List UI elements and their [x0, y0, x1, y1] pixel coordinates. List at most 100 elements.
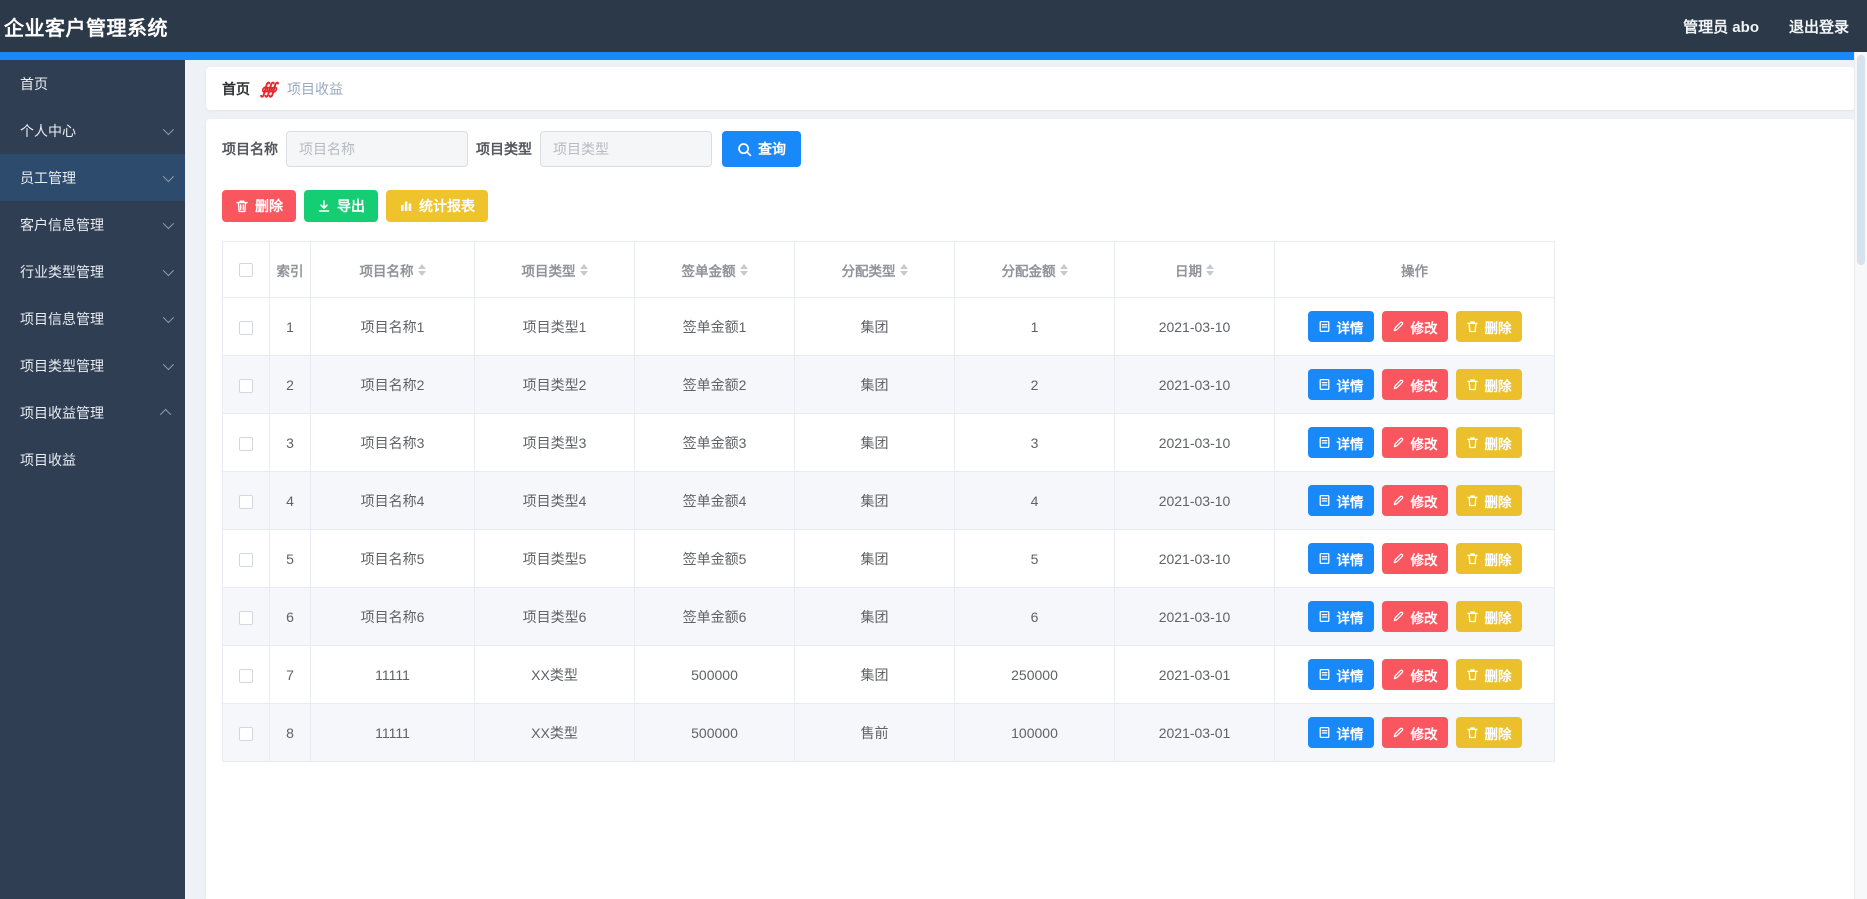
detail-button[interactable]: 详情 [1307, 659, 1374, 690]
cell-sign-amount: 500000 [634, 645, 795, 704]
row-delete-button[interactable]: 删除 [1455, 659, 1522, 690]
search-button[interactable]: 查询 [722, 131, 801, 167]
header-alloc-amount[interactable]: 分配金额 [954, 241, 1115, 298]
project-name-label: 项目名称 [222, 141, 278, 157]
row-checkbox[interactable] [239, 378, 253, 393]
header-sign-amount[interactable]: 签单金额 [634, 241, 795, 298]
sidebar-item-个人中心[interactable]: 个人中心 [0, 107, 185, 154]
row-checkbox[interactable] [239, 320, 253, 335]
sidebar-item-客户信息管理[interactable]: 客户信息管理 [0, 201, 185, 248]
sort-icon[interactable] [739, 263, 748, 276]
report-button[interactable]: 统计报表 [386, 190, 488, 222]
select-all-checkbox[interactable] [239, 263, 253, 278]
delete-button[interactable]: 删除 [222, 190, 296, 222]
trash-icon [1466, 379, 1478, 391]
sidebar-item-项目信息管理[interactable]: 项目信息管理 [0, 295, 185, 342]
edit-button[interactable]: 修改 [1381, 717, 1448, 748]
select-all-header[interactable] [222, 241, 270, 298]
sort-icon[interactable] [417, 263, 426, 276]
cell-name: 项目名称5 [310, 529, 475, 588]
header-project-name[interactable]: 项目名称 [310, 241, 475, 298]
detail-button[interactable]: 详情 [1307, 311, 1374, 342]
sidebar-item-项目收益[interactable]: 项目收益 [0, 436, 185, 483]
row-checkbox[interactable] [239, 726, 253, 741]
row-checkbox[interactable] [239, 610, 253, 625]
cell-sign-amount: 签单金额4 [634, 471, 795, 530]
cell-type: XX类型 [474, 703, 635, 762]
sidebar-item-首页[interactable]: 首页 [0, 60, 185, 107]
detail-button[interactable]: 详情 [1307, 485, 1374, 516]
report-button-label: 统计报表 [419, 198, 475, 214]
sidebar-item-项目类型管理[interactable]: 项目类型管理 [0, 342, 185, 389]
cell-sign-amount: 签单金额1 [634, 297, 795, 356]
sort-icon[interactable] [1206, 263, 1214, 276]
cell-alloc-type: 集团 [794, 587, 955, 646]
cell-name: 项目名称1 [310, 297, 475, 356]
row-checkbox[interactable] [239, 436, 253, 451]
edit-button[interactable]: 修改 [1381, 311, 1448, 342]
row-delete-button[interactable]: 删除 [1455, 427, 1522, 458]
export-button[interactable]: 导出 [304, 190, 378, 222]
detail-button[interactable]: 详情 [1307, 601, 1374, 632]
sort-icon[interactable] [579, 263, 588, 276]
trash-icon [1466, 611, 1478, 623]
cell-sign-amount: 500000 [634, 703, 795, 762]
sidebar-item-项目收益管理[interactable]: 项目收益管理 [0, 389, 185, 436]
row-checkbox[interactable] [239, 552, 253, 567]
logout-link[interactable]: 退出登录 [1789, 16, 1849, 37]
header-alloc-type[interactable]: 分配类型 [794, 241, 955, 298]
row-delete-button[interactable]: 删除 [1455, 543, 1522, 574]
cell-name: 项目名称2 [310, 355, 475, 414]
detail-button[interactable]: 详情 [1307, 369, 1374, 400]
header-project-type[interactable]: 项目类型 [474, 241, 635, 298]
edit-button[interactable]: 修改 [1381, 485, 1448, 516]
sidebar-item-label: 项目收益 [20, 451, 76, 468]
cell-index: 7 [269, 645, 311, 704]
scrollbar-thumb[interactable] [1857, 55, 1865, 265]
pencil-icon [1393, 321, 1403, 332]
app-title: 企业客户管理系统 [4, 17, 168, 40]
project-name-input[interactable] [286, 131, 468, 167]
cell-sign-amount: 签单金额3 [634, 413, 795, 472]
vertical-scrollbar[interactable] [1854, 52, 1867, 899]
sidebar-menu: 首页 个人中心 员工管理 客户信息管理 行业类型管理 项目信息管理 项目类型管理 [0, 60, 185, 899]
edit-button[interactable]: 修改 [1381, 659, 1448, 690]
row-delete-button[interactable]: 删除 [1455, 485, 1522, 516]
document-icon [1319, 610, 1329, 623]
chevron-icon [159, 408, 172, 420]
row-delete-button[interactable]: 删除 [1455, 717, 1522, 748]
row-checkbox[interactable] [239, 668, 253, 683]
row-checkbox[interactable] [239, 494, 253, 509]
cell-name: 项目名称6 [310, 587, 475, 646]
edit-button[interactable]: 修改 [1381, 543, 1448, 574]
sort-icon[interactable] [899, 263, 908, 276]
project-type-input[interactable] [540, 131, 712, 167]
trash-icon [1466, 321, 1478, 333]
breadcrumb-home[interactable]: 首页 [222, 79, 250, 99]
chevron-icon [162, 311, 175, 323]
sort-icon[interactable] [1059, 263, 1068, 276]
detail-button[interactable]: 详情 [1307, 427, 1374, 458]
detail-button[interactable]: 详情 [1307, 717, 1374, 748]
sidebar-item-员工管理[interactable]: 员工管理 [0, 154, 185, 201]
cell-operations: 详情 修改 删除 [1274, 355, 1555, 414]
edit-button[interactable]: 修改 [1381, 601, 1448, 632]
cell-alloc-type: 集团 [794, 297, 955, 356]
chevron-icon [162, 123, 175, 135]
edit-button[interactable]: 修改 [1381, 369, 1448, 400]
cell-type: 项目类型1 [474, 297, 635, 356]
project-type-label: 项目类型 [476, 141, 532, 157]
header-index: 索引 [269, 241, 311, 298]
cell-date: 2021-03-10 [1114, 471, 1275, 530]
row-select-cell [222, 645, 270, 704]
detail-button[interactable]: 详情 [1307, 543, 1374, 574]
row-delete-button[interactable]: 删除 [1455, 601, 1522, 632]
edit-button[interactable]: 修改 [1381, 427, 1448, 458]
sidebar-item-行业类型管理[interactable]: 行业类型管理 [0, 248, 185, 295]
cell-type: XX类型 [474, 645, 635, 704]
header-date[interactable]: 日期 [1114, 241, 1275, 298]
cell-date: 2021-03-10 [1114, 413, 1275, 472]
cell-alloc-type: 集团 [794, 529, 955, 588]
row-delete-button[interactable]: 删除 [1455, 311, 1522, 342]
row-delete-button[interactable]: 删除 [1455, 369, 1522, 400]
